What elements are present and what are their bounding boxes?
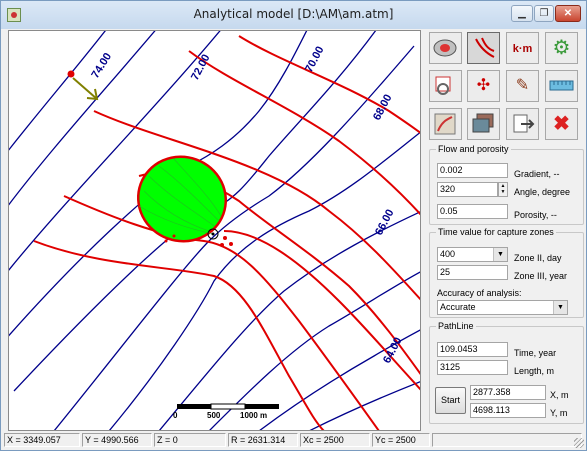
- contour-label: 72.00: [189, 52, 213, 82]
- contour-label: 74.00: [89, 51, 114, 81]
- angle-field[interactable]: 320: [437, 182, 498, 197]
- x-label: X, m: [550, 390, 569, 400]
- direction-arrow-icon: [72, 77, 99, 101]
- time-label: Time, year: [514, 348, 557, 358]
- km-icon[interactable]: k·m: [506, 32, 539, 64]
- select-area-icon[interactable]: [429, 70, 462, 102]
- scale-label: 500: [207, 411, 221, 420]
- status-bar: X = 3349.057 Y = 4990.566 Z = 0 R = 2631…: [4, 433, 584, 449]
- model-icon[interactable]: [429, 32, 462, 64]
- delete-icon[interactable]: ✖: [545, 108, 578, 140]
- contour-label: 68.00: [371, 92, 395, 122]
- zone3-field[interactable]: 25: [437, 265, 508, 280]
- status-xc: Xc = 2500: [300, 433, 370, 447]
- accuracy-label: Accuracy of analysis:: [437, 288, 522, 298]
- brush-icon[interactable]: ✎: [506, 70, 539, 102]
- x-field[interactable]: 2877.358: [470, 385, 546, 400]
- porosity-label: Porosity, --: [514, 210, 557, 220]
- minimize-button[interactable]: ▁: [511, 5, 533, 22]
- zone2-select[interactable]: 400 ▼: [437, 247, 508, 262]
- window-title: Analytical model [D:\AM\am.atm]: [193, 7, 394, 21]
- gradient-field[interactable]: 0.002: [437, 163, 508, 178]
- scale-label: 1000 m: [240, 411, 267, 420]
- contour-label: 66.00: [373, 207, 397, 237]
- ruler-icon[interactable]: [545, 70, 578, 102]
- chevron-down-icon[interactable]: ▼: [553, 301, 567, 314]
- layer-icon[interactable]: [429, 108, 462, 140]
- zone2-label: Zone II, day: [514, 253, 562, 263]
- status-y: Y = 4990.566: [82, 433, 152, 447]
- length-field[interactable]: 3125: [437, 360, 508, 375]
- accuracy-value: Accurate: [440, 302, 476, 312]
- scale-label: 0: [173, 411, 178, 420]
- start-button[interactable]: Start: [435, 387, 466, 414]
- accuracy-select[interactable]: Accurate ▼: [437, 300, 568, 315]
- length-label: Length, m: [514, 366, 555, 376]
- map-svg[interactable]: 74.00 72.00 70.00 68.00 66.00 64.00 0 50…: [9, 31, 421, 431]
- contour-lines: [9, 31, 420, 430]
- gradient-label: Gradient, --: [514, 169, 560, 179]
- restore-button[interactable]: ❐: [534, 5, 554, 22]
- resize-grip[interactable]: [574, 438, 584, 448]
- y-field[interactable]: 4698.113: [470, 403, 546, 418]
- settings-gear-icon[interactable]: ⚙: [545, 32, 578, 64]
- y-label: Y, m: [550, 408, 568, 418]
- pathline-title: PathLine: [436, 321, 476, 331]
- status-r: R = 2631.314: [228, 433, 298, 447]
- status-x: X = 3349.057: [4, 433, 80, 447]
- contour-label: 70.00: [303, 44, 327, 74]
- shrink-icon[interactable]: ✣: [467, 70, 500, 102]
- angle-spinner[interactable]: ▲ ▼: [498, 182, 508, 197]
- flow-porosity-title: Flow and porosity: [436, 144, 511, 154]
- km-label: k·m: [512, 43, 533, 55]
- app-window: Analytical model [D:\AM\am.atm] ▁ ❐ ✕ 74…: [0, 0, 587, 451]
- porosity-field[interactable]: 0.05: [437, 204, 508, 219]
- time-field[interactable]: 109.0453: [437, 342, 508, 357]
- scale-bar: 0 500 1000 m: [173, 403, 279, 420]
- title-bar: Analytical model [D:\AM\am.atm] ▁ ❐ ✕: [1, 1, 586, 29]
- images-icon[interactable]: [467, 108, 500, 140]
- zone2-value: 400: [440, 249, 456, 259]
- chevron-down-icon[interactable]: ▼: [493, 248, 507, 261]
- toolbar: k·m ⚙ ✣ ✎ ✖: [429, 32, 584, 140]
- angle-label: Angle, degree: [514, 187, 571, 197]
- capture-zones-title: Time value for capture zones: [436, 227, 556, 237]
- flowlines-icon[interactable]: [467, 32, 500, 64]
- map-canvas[interactable]: 74.00 72.00 70.00 68.00 66.00 64.00 0 50…: [8, 30, 421, 431]
- export-icon[interactable]: [506, 108, 539, 140]
- close-button[interactable]: ✕: [555, 5, 581, 22]
- status-empty: [432, 433, 582, 447]
- status-z: Z = 0: [154, 433, 226, 447]
- marker-dot[interactable]: [67, 70, 75, 78]
- status-yc: Yc = 2500: [372, 433, 430, 447]
- capture-zone: [136, 155, 233, 247]
- zone3-label: Zone III, year: [514, 271, 568, 281]
